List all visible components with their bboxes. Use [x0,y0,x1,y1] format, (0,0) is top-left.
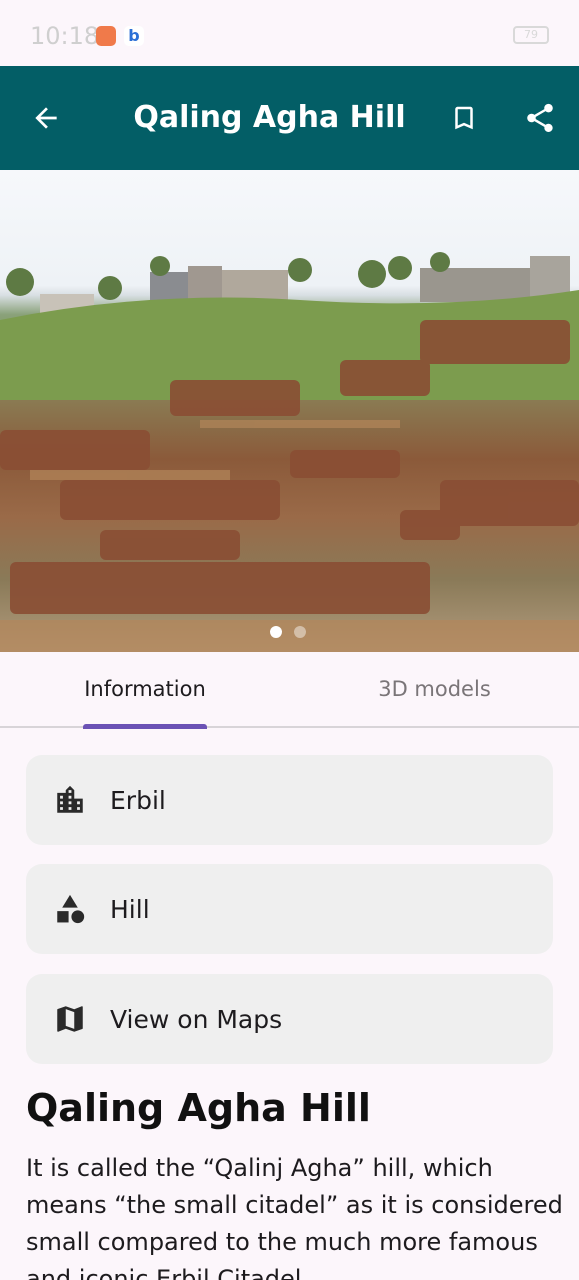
site-photo [0,252,579,652]
bookmark-button[interactable] [442,96,486,140]
carousel-dot-1[interactable] [270,626,282,638]
back-button[interactable] [24,96,68,140]
bookmark-icon [455,106,473,130]
type-card[interactable]: Hill [26,864,553,954]
tab-bar: Information 3D models [0,652,579,728]
maps-card[interactable]: View on Maps [26,974,553,1064]
shapes-icon [52,891,88,927]
notification-app-icon [96,26,116,46]
page-title: Qaling Agha Hill [133,100,406,135]
battery-icon: 79 [513,26,549,44]
maps-label: View on Maps [110,1004,283,1034]
status-time: 10:18 [30,22,100,50]
carousel-indicator[interactable] [270,626,306,638]
bing-app-icon: b [124,26,144,46]
share-icon [527,103,553,133]
tab-indicator [83,724,207,729]
status-bar: 10:18 b 79 [0,0,579,66]
tab-3d-models[interactable]: 3D models [290,652,579,728]
description-body: It is called the “Qalinj Agha” hill, whi… [26,1154,563,1280]
share-button[interactable] [518,96,562,140]
app-bar: Qaling Agha Hill [0,66,579,170]
tab-information[interactable]: Information [0,652,290,728]
screen: 10:18 b 79 Qaling Agha Hill Information … [0,0,579,1280]
carousel-dot-2[interactable] [294,626,306,638]
hero-image[interactable] [0,170,579,652]
city-card[interactable]: Erbil [26,755,553,845]
description-title: Qaling Agha Hill [26,1086,371,1130]
arrow-left-icon [35,107,57,129]
map-icon [52,1001,88,1037]
city-icon [52,782,88,818]
battery-level: 79 [524,28,538,41]
type-label: Hill [110,894,150,924]
city-label: Erbil [110,785,166,815]
